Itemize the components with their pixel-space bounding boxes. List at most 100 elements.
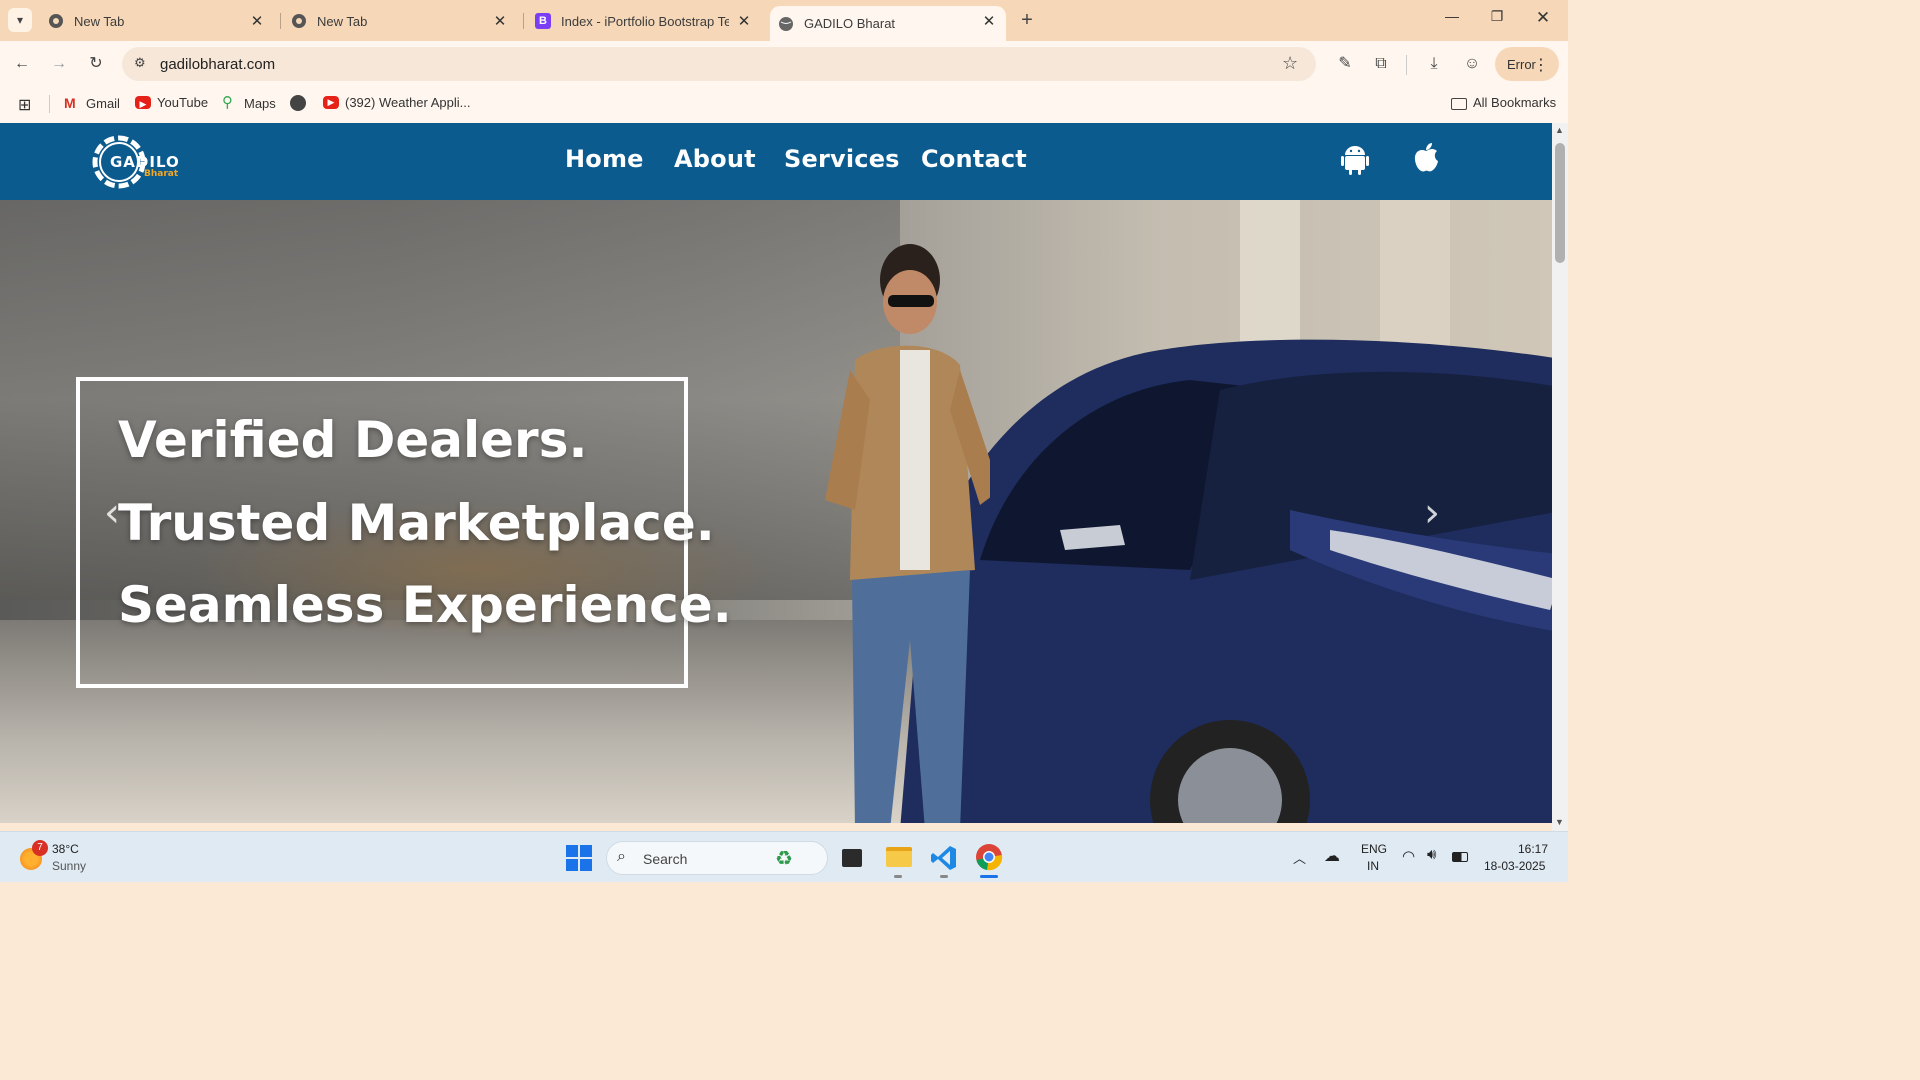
bookmark-star-icon[interactable]: ☆ [1282,53,1298,74]
weather-widget[interactable]: 7 38°C Sunny [20,840,110,876]
youtube-icon: ▶ [135,96,151,109]
file-explorer-icon[interactable] [886,847,912,867]
gmail-icon: M [64,95,76,111]
menu-dots-icon[interactable]: ⋮ [1533,55,1549,75]
apple-icon[interactable] [1412,142,1440,174]
taskbar-search-box[interactable]: ⌕ Search ♻ [606,841,828,875]
page-scrollbar[interactable]: ▲ ▼ [1552,123,1568,831]
recycle-highlight-icon: ♻ [775,848,793,870]
task-view-icon[interactable] [842,849,862,867]
bookmark-label: Maps [244,95,276,111]
url-text[interactable]: gadilobharat.com [160,56,275,73]
bookmark-gmail[interactable]: M Gmail [64,95,120,111]
toolbar-divider [1406,55,1407,75]
globe-icon [779,16,793,31]
scroll-down-icon[interactable]: ▼ [1555,817,1564,827]
nav-about[interactable]: About [674,145,756,173]
address-bar[interactable]: ⚙ gadilobharat.com ☆ [122,47,1316,81]
clock-date[interactable]: 18-03-2025 [1484,859,1545,873]
all-bookmarks[interactable]: All Bookmarks [1451,95,1556,110]
carousel-prev-icon[interactable]: ‹ [104,490,120,536]
bookmark-label: Gmail [86,95,120,111]
extensions-icon[interactable]: ⧉ [1369,52,1393,76]
volume-icon[interactable]: 🔊︎ [1427,846,1436,863]
tab-title: New Tab [74,13,125,29]
bookmark-label: YouTube [157,95,209,110]
nav-contact[interactable]: Contact [921,145,1027,173]
scroll-up-icon[interactable]: ▲ [1555,125,1564,135]
hero-text-frame: Verified Dealers. Trusted Marketplace. S… [76,377,732,688]
windows-start-icon[interactable] [566,845,592,871]
windows-taskbar: 7 38°C Sunny ⌕ Search ♻ ︿ ☁ ENG IN ◠ 🔊︎ … [0,831,1568,882]
tab-title: GADILO Bharat [804,16,896,31]
search-icon: ⌕ [617,848,626,865]
hero-line-3: Seamless Experience. [118,576,732,634]
hero-carousel: Verified Dealers. Trusted Marketplace. S… [0,200,1552,823]
tab-separator [280,13,281,29]
account-icon[interactable]: ☺ [1460,52,1484,76]
close-tab-icon[interactable]: ✕ [491,12,509,30]
bookmarks-bar: ⊞ M Gmail ▶ YouTube ⚲ Maps ▶ (392) Weath… [0,87,1568,123]
language-eng[interactable]: ENG [1361,842,1387,856]
restore-icon[interactable]: ❐ [1482,8,1512,32]
all-bookmarks-label: All Bookmarks [1473,95,1557,110]
wifi-icon[interactable]: ◠ [1402,847,1415,865]
close-tab-icon[interactable]: ✕ [248,12,266,30]
tab-new-2[interactable]: New Tab ✕ [291,6,517,36]
back-icon[interactable]: ← [10,52,34,76]
close-tab-icon[interactable]: ✕ [735,12,753,30]
man-image [825,244,990,823]
bookmark-youtube[interactable]: ▶ YouTube [135,95,208,110]
close-window-icon[interactable]: ✕ [1528,8,1558,32]
bookmark-globe[interactable] [290,95,312,111]
vscode-icon[interactable] [931,845,957,871]
reload-icon[interactable]: ↻ [84,52,108,76]
weather-desc: Sunny [52,859,87,873]
tab-iportfolio[interactable]: B Index - iPortfolio Bootstrap Ten ✕ [535,6,761,36]
youtube-icon: ▶ [323,96,339,109]
browser-toolbar: ← → ↻ ⚙ gadilobharat.com ☆ ✎ ⧉ ⤓ ☺ Error… [0,41,1568,87]
folder-icon [1451,97,1467,110]
chrome-icon [49,14,63,28]
profile-error-label: Error [1507,57,1536,72]
site-info-icon[interactable]: ⚙ [134,55,146,71]
profile-error-button[interactable]: Error ⋮ [1495,47,1559,81]
tab-title: New Tab [317,13,368,29]
clock-time[interactable]: 16:17 [1518,842,1548,856]
bookmark-weather-app[interactable]: ▶ (392) Weather Appli... [323,95,471,110]
android-icon[interactable] [1341,143,1369,175]
bootstrap-icon: B [535,13,551,29]
scroll-thumb[interactable] [1555,143,1565,263]
weather-badge: 7 [32,840,48,856]
weather-temp: 38°C [52,842,79,856]
nav-services[interactable]: Services [784,145,900,173]
globe-icon [290,95,306,111]
show-hidden-icons[interactable]: ︿ [1293,848,1306,867]
vscode-indicator [940,875,948,878]
battery-icon[interactable] [1452,852,1468,862]
carousel-next-icon[interactable]: › [1424,490,1440,536]
chrome-icon [292,14,306,28]
minimize-icon[interactable]: — [1437,8,1467,32]
site-logo[interactable]: GADILO Bharat [88,131,188,193]
tab-search-button[interactable]: ▾ [8,8,32,32]
new-tab-button[interactable]: + [1015,8,1039,32]
taskbar-search-label: Search [643,851,688,867]
apps-grid-icon[interactable]: ⊞ [18,95,31,115]
site-navbar: GADILO Bharat Home About Services Contac… [0,123,1552,200]
close-tab-icon[interactable]: ✕ [980,12,998,30]
onedrive-cloud-icon[interactable]: ☁ [1324,846,1340,866]
tab-gadilo-bharat[interactable]: GADILO Bharat ✕ [770,6,1006,41]
chrome-taskbar-icon[interactable] [975,843,1003,871]
language-in[interactable]: IN [1367,859,1379,873]
hero-line-2: Trusted Marketplace. [118,494,715,552]
tab-new-1[interactable]: New Tab ✕ [48,6,274,36]
nav-home[interactable]: Home [565,145,644,173]
eyedropper-extension-icon[interactable]: ✎ [1333,52,1357,76]
download-icon[interactable]: ⤓ [1422,52,1446,76]
forward-icon[interactable]: → [47,52,71,76]
bookmark-maps[interactable]: ⚲ Maps [222,95,276,111]
tab-title: Index - iPortfolio Bootstrap Ten [561,13,729,29]
hero-line-1: Verified Dealers. [118,411,588,469]
file-explorer-indicator [894,875,902,878]
